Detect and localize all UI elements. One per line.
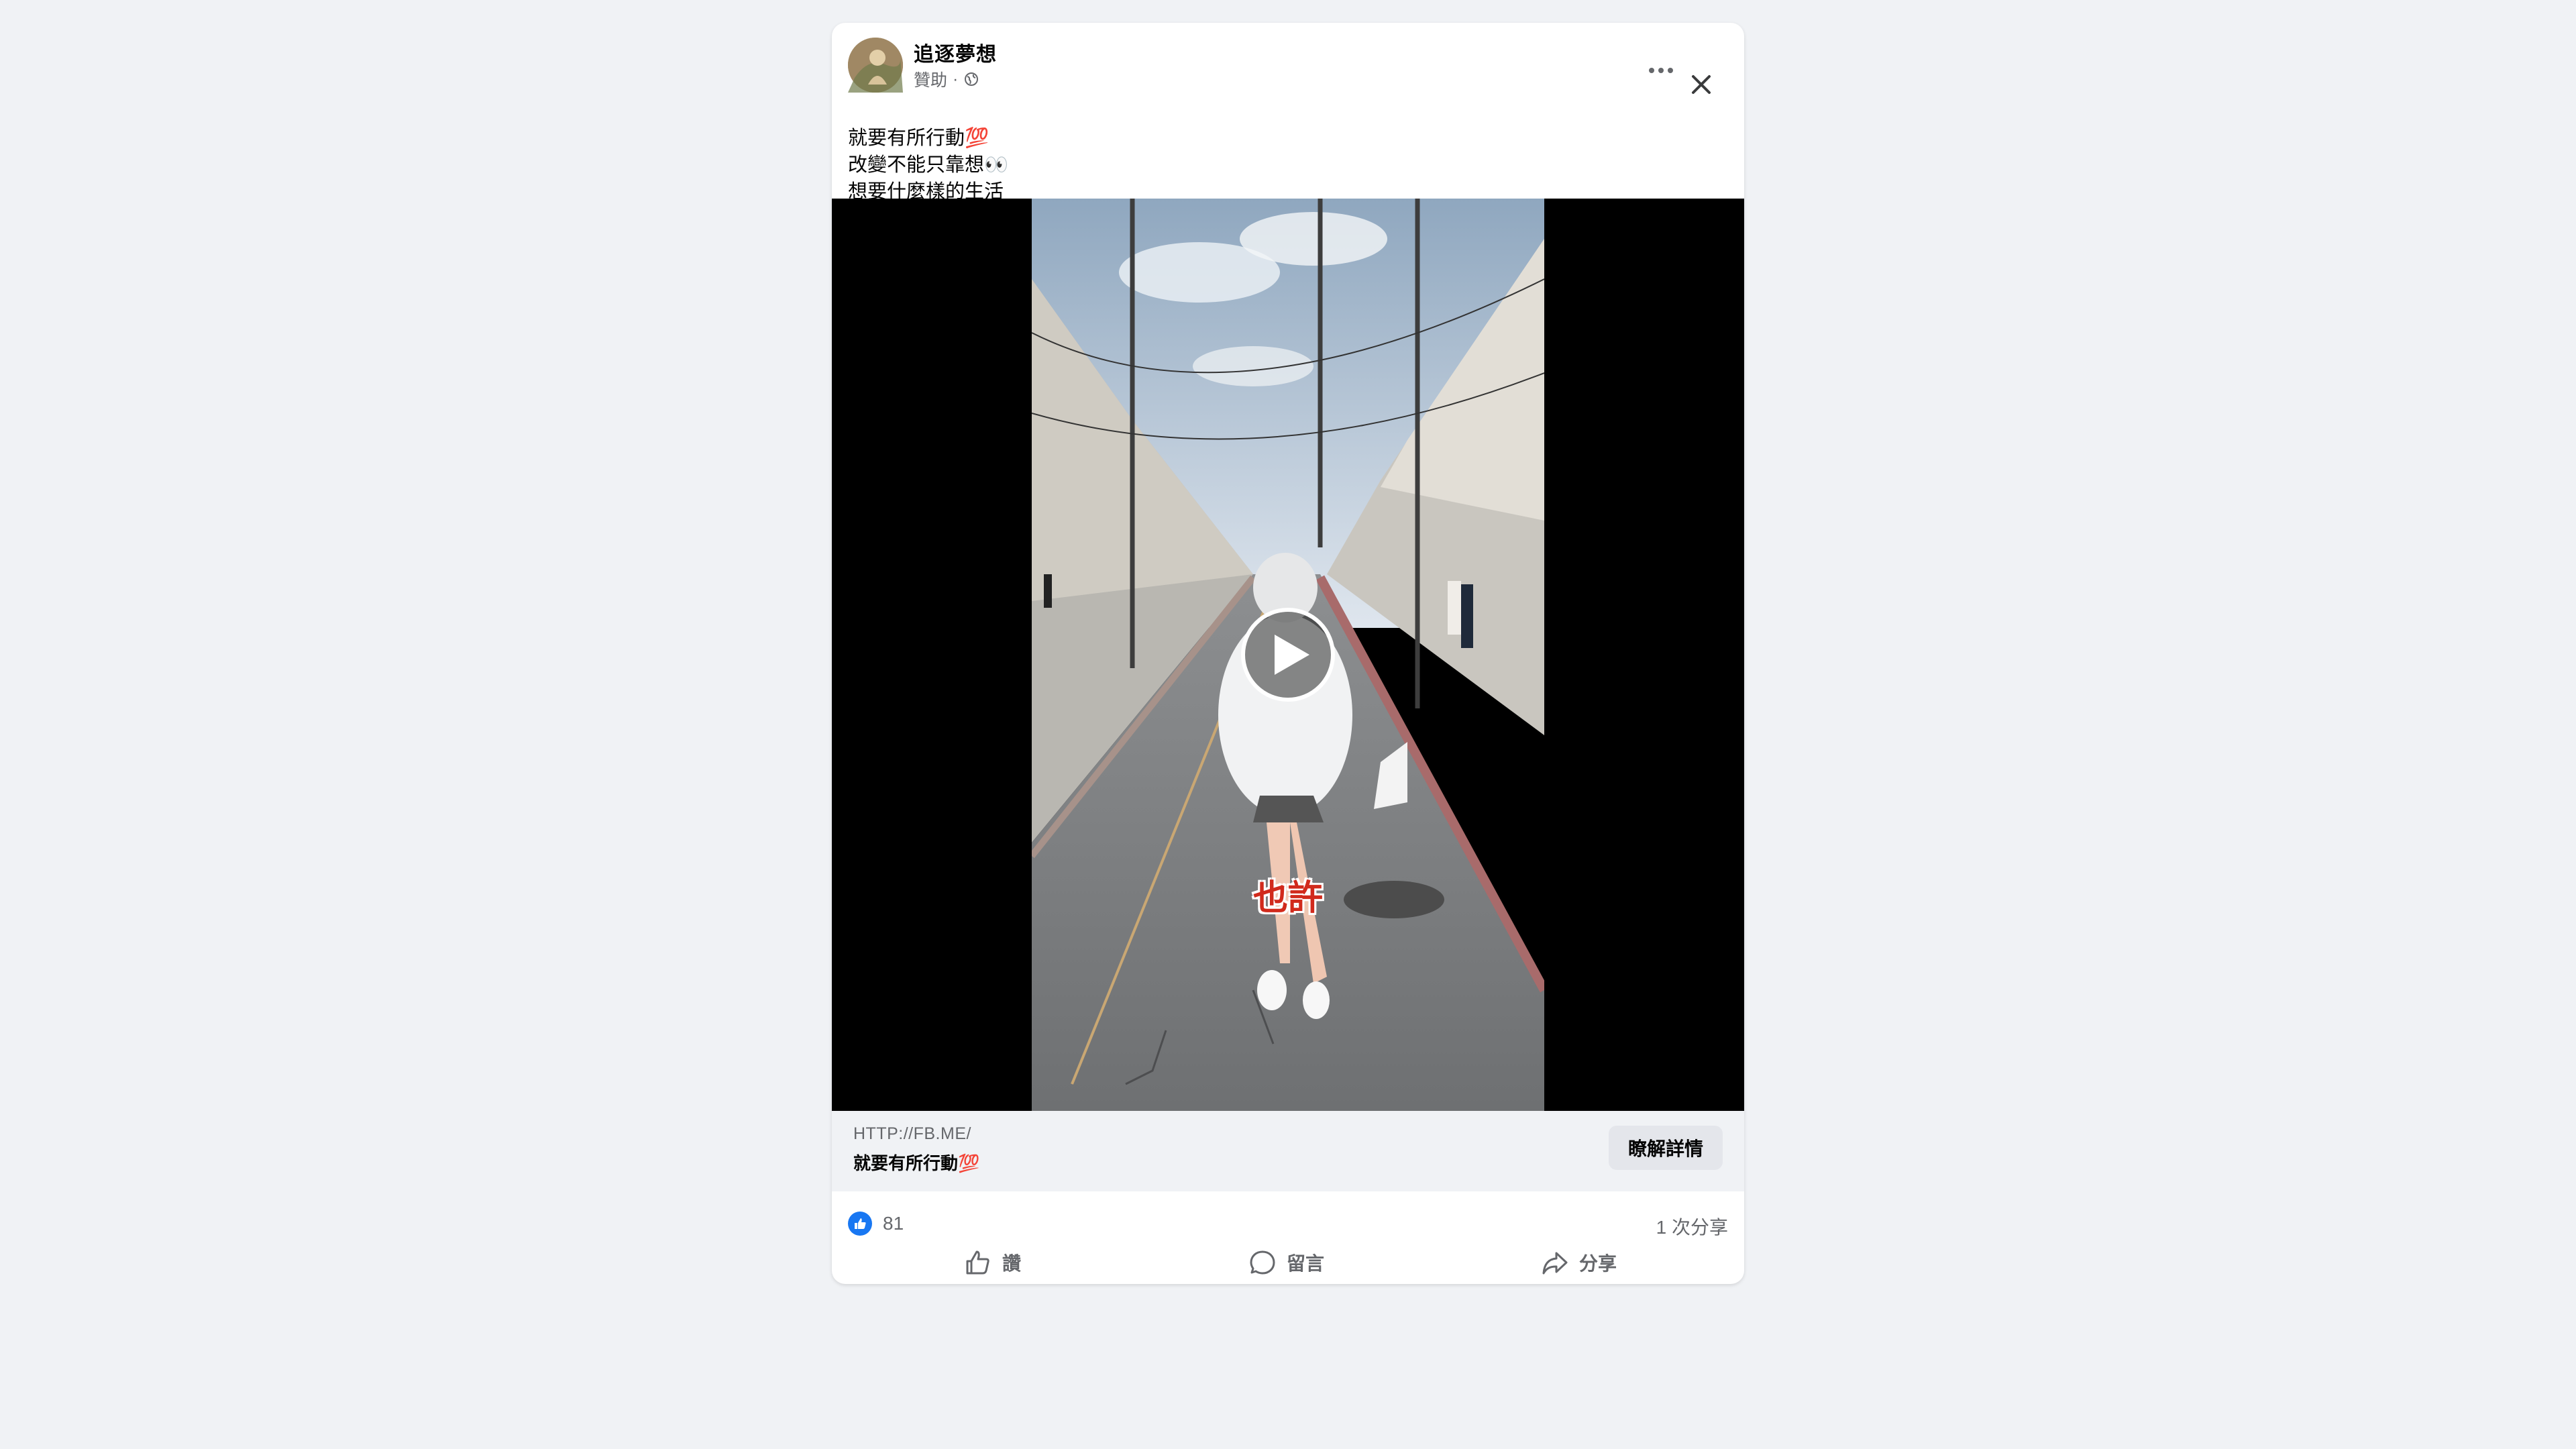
- link-title: 就要有所行動💯: [853, 1153, 980, 1173]
- share-button[interactable]: 分享: [1540, 1245, 1617, 1280]
- link-url: HTTP://FB.ME/: [853, 1124, 971, 1143]
- share-count[interactable]: 1 次分享: [1656, 1213, 1728, 1240]
- learn-more-button[interactable]: 瞭解詳情: [1609, 1126, 1723, 1170]
- comment-button-label: 留言: [1287, 1253, 1325, 1274]
- video-player[interactable]: 也許: [832, 199, 1744, 1111]
- like-icon[interactable]: [848, 1212, 872, 1236]
- thumbs-up-icon: [966, 1250, 989, 1275]
- comment-button[interactable]: 留言: [1248, 1245, 1324, 1280]
- post-caption: 就要有所行動💯 改變不能只靠想👀 想要什麼樣的生活: [848, 125, 1008, 205]
- more-options-icon[interactable]: [1642, 60, 1680, 80]
- share-icon: [1542, 1252, 1568, 1275]
- link-preview[interactable]: HTTP://FB.ME/ 就要有所行動💯 瞭解詳情: [832, 1111, 1744, 1191]
- video-subtitle: 也許: [1252, 879, 1323, 918]
- close-icon[interactable]: [1685, 68, 1717, 101]
- caption-line: 改變不能只靠想👀: [848, 154, 1009, 176]
- meta-separator: ·: [953, 69, 959, 89]
- sponsored-label[interactable]: 贊助: [914, 67, 947, 91]
- post-meta: 贊助 ·: [914, 67, 979, 91]
- avatar[interactable]: [848, 38, 903, 93]
- share-button-label: 分享: [1579, 1253, 1617, 1274]
- post-actions: 讚 留言 分享: [832, 1242, 1744, 1284]
- like-count[interactable]: 81: [883, 1213, 904, 1234]
- like-button-label: 讚: [1002, 1253, 1022, 1274]
- play-icon[interactable]: [1241, 608, 1335, 702]
- page-name[interactable]: 追逐夢想: [914, 38, 997, 67]
- sponsored-post-card: 追逐夢想 贊助 · 就要有所行動💯 改變不能只靠想👀 想要什麼樣的生活 也許 H…: [832, 23, 1744, 1284]
- comment-icon: [1250, 1250, 1275, 1275]
- post-header: 追逐夢想 贊助 ·: [832, 23, 1744, 110]
- like-button[interactable]: 讚: [963, 1245, 1021, 1280]
- reaction-stats: 81 1 次分享: [832, 1209, 1744, 1242]
- caption-line: 就要有所行動💯: [848, 127, 989, 149]
- globe-icon: [963, 71, 979, 87]
